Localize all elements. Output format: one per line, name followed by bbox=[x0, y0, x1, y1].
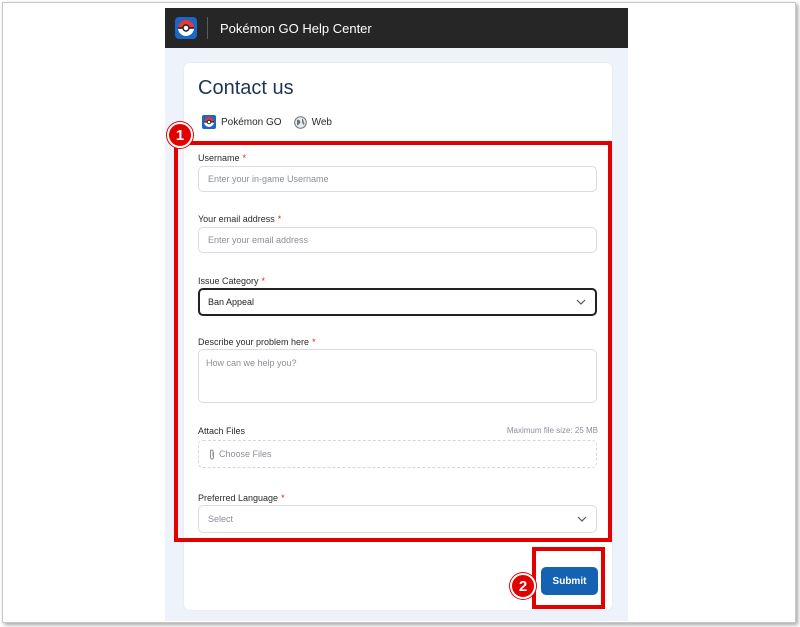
top-bar: Pokémon GO Help Center bbox=[165, 8, 628, 48]
tag-label: Web bbox=[311, 116, 332, 128]
product-tags: Pokémon GO Web bbox=[202, 115, 344, 129]
step-badge-1: 1 bbox=[167, 122, 193, 148]
pokeball-logo-icon[interactable] bbox=[165, 8, 207, 48]
page-title: Contact us bbox=[198, 77, 294, 99]
form-highlight-box bbox=[174, 141, 612, 542]
header-divider bbox=[207, 17, 208, 39]
step-badge-2: 2 bbox=[510, 573, 536, 599]
submit-highlight-box bbox=[532, 547, 605, 609]
pokeball-icon bbox=[202, 115, 216, 129]
tag-label: Pokémon GO bbox=[221, 116, 282, 128]
tag-pokemon-go: Pokémon GO bbox=[202, 115, 282, 129]
header-title[interactable]: Pokémon GO Help Center bbox=[220, 21, 372, 36]
tag-web: Web bbox=[293, 115, 332, 129]
globe-icon bbox=[293, 115, 307, 129]
